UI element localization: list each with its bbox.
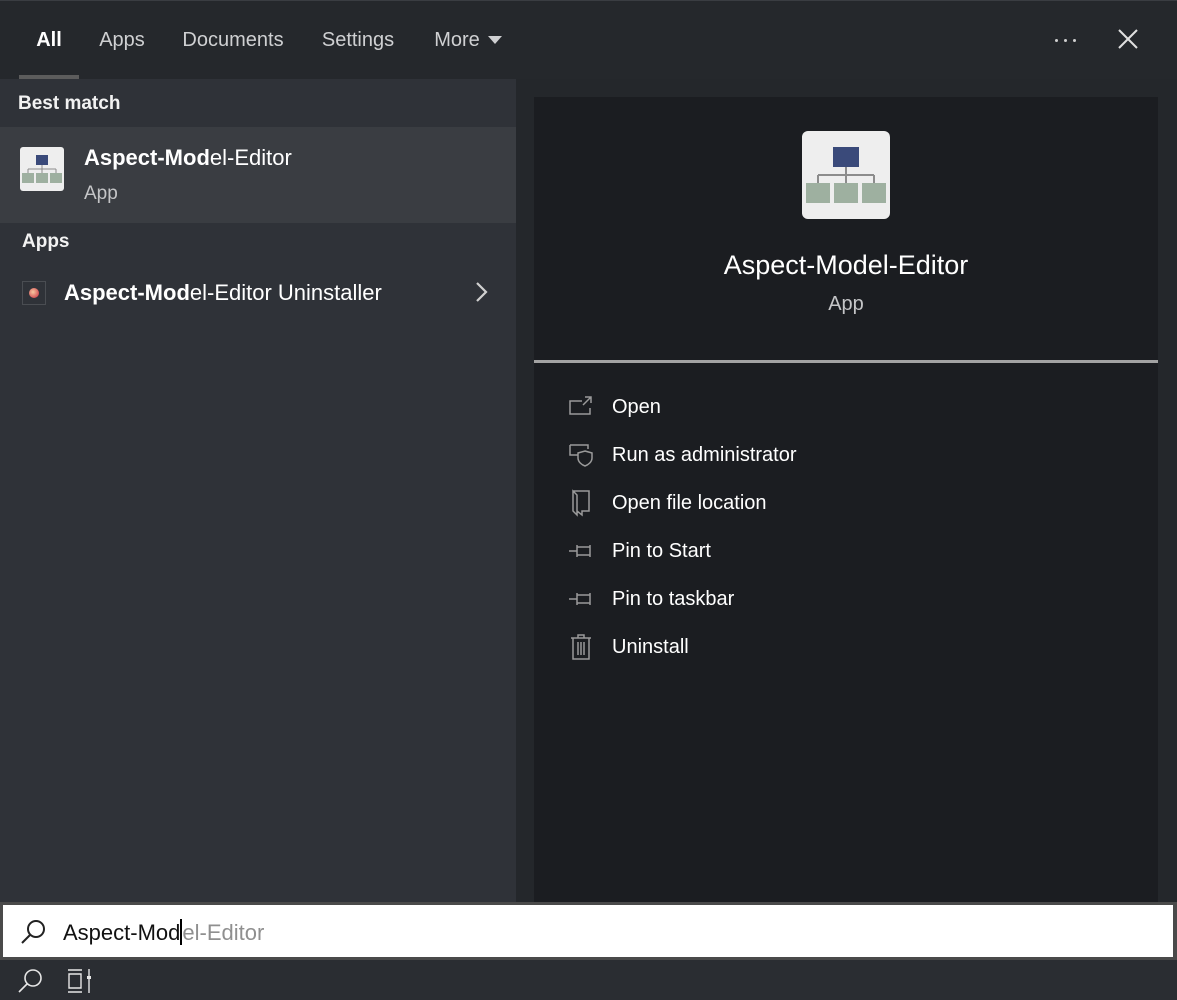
action-uninstall[interactable]: Uninstall <box>566 627 1146 667</box>
tab-documents-label: Documents <box>182 29 284 51</box>
action-open-file-location-label: Open file location <box>612 491 767 514</box>
best-match-title: Aspect-Model-Editor <box>84 145 292 171</box>
tab-apps[interactable]: Apps <box>90 1 154 80</box>
uninstaller-title-match: Aspect-Mod <box>64 280 190 305</box>
best-match-type: App <box>84 183 118 204</box>
action-pin-to-taskbar-label: Pin to taskbar <box>612 587 735 610</box>
best-match-result[interactable] <box>0 127 516 223</box>
tab-more-label: More <box>434 29 480 51</box>
tab-all-label: All <box>36 29 62 51</box>
chevron-right-icon[interactable] <box>472 280 492 304</box>
uninstaller-icon <box>22 281 46 305</box>
taskbar <box>0 960 1177 1000</box>
apps-heading: Apps <box>22 231 70 252</box>
uninstaller-icon-glyph <box>29 288 39 298</box>
detail-app-title: Aspect-Model-Editor <box>723 250 969 280</box>
action-uninstall-label: Uninstall <box>612 635 689 658</box>
search-query[interactable]: Aspect-Model-Editor <box>63 919 264 946</box>
search-autocomplete-text: el-Editor <box>182 920 265 945</box>
ellipsis-icon <box>1054 38 1058 42</box>
filter-tab-bar: All Apps Documents Settings More <box>0 0 1177 80</box>
caret-down-icon <box>487 35 502 44</box>
tab-all[interactable]: All <box>19 1 79 80</box>
uninstaller-title-rest: el-Editor Uninstaller <box>189 280 382 305</box>
tab-more[interactable]: More <box>424 1 512 80</box>
search-icon <box>18 969 42 993</box>
taskbar-search-button[interactable] <box>8 964 52 998</box>
action-pin-to-start-label: Pin to Start <box>612 539 711 562</box>
admin-shield-icon <box>566 440 596 470</box>
search-box[interactable]: Aspect-Model-Editor <box>0 902 1177 960</box>
ellipsis-dot <box>1063 38 1067 42</box>
close-button[interactable] <box>1108 19 1148 59</box>
search-input[interactable]: Aspect-Model-Editor <box>3 905 1173 957</box>
tab-settings[interactable]: Settings <box>312 1 404 80</box>
action-pin-to-taskbar[interactable]: Pin to taskbar <box>566 579 1146 619</box>
best-match-title-match: Aspect-Mod <box>84 145 210 170</box>
taskbar-task-view-button[interactable] <box>58 964 102 998</box>
action-open[interactable]: Open <box>566 387 1146 427</box>
close-icon <box>1118 29 1138 49</box>
task-view-icon <box>68 969 91 993</box>
search-typed-text: Aspect-Mod <box>63 920 181 945</box>
pin-icon <box>566 584 596 614</box>
hierarchy-app-icon <box>20 147 64 191</box>
open-external-icon <box>566 392 596 422</box>
more-options-button[interactable] <box>1044 23 1086 57</box>
file-location-icon <box>566 488 596 518</box>
action-open-file-location[interactable]: Open file location <box>566 483 1146 523</box>
best-match-heading: Best match <box>18 93 121 114</box>
action-open-label: Open <box>612 395 661 418</box>
tab-documents[interactable]: Documents <box>172 1 294 80</box>
detail-divider <box>534 360 1158 363</box>
tab-apps-label: Apps <box>99 29 145 51</box>
detail-app-type: App <box>828 293 864 315</box>
action-run-as-admin-label: Run as administrator <box>612 443 797 466</box>
action-pin-to-start[interactable]: Pin to Start <box>566 531 1146 571</box>
search-icon <box>19 918 47 946</box>
uninstaller-title: Aspect-Model-Editor Uninstaller <box>64 280 382 306</box>
action-run-as-admin[interactable]: Run as administrator <box>566 435 1146 475</box>
hierarchy-app-icon <box>802 131 890 219</box>
tab-settings-label: Settings <box>321 29 395 51</box>
ellipsis-dot <box>1072 38 1076 42</box>
best-match-title-rest: el-Editor <box>209 145 292 170</box>
pin-icon <box>566 536 596 566</box>
trash-icon <box>566 632 596 662</box>
